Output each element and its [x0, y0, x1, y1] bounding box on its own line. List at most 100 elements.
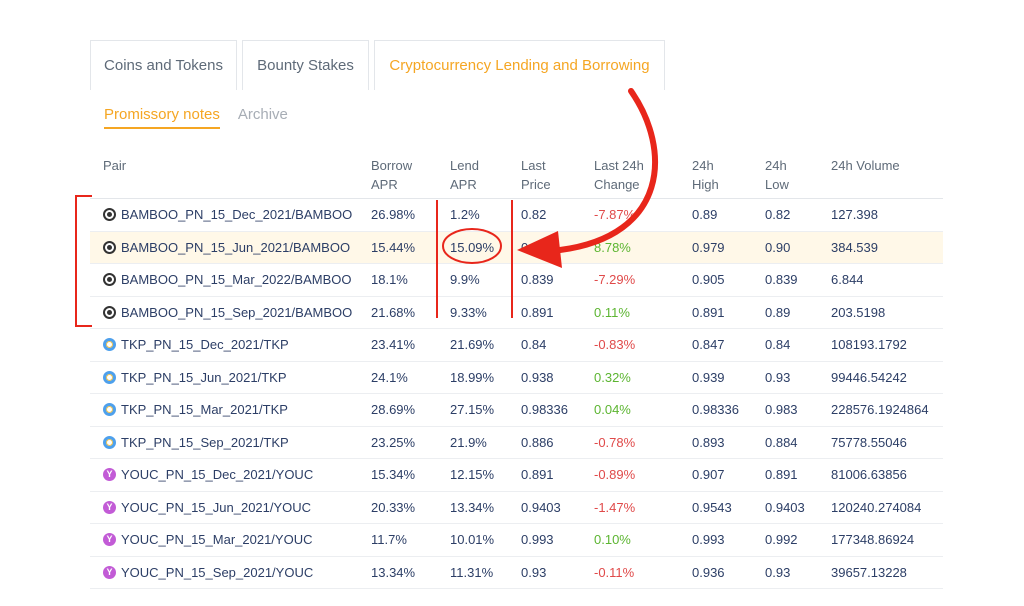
volume-24h: 6.844: [831, 272, 864, 287]
low-24h: 0.992: [765, 532, 798, 547]
table-row[interactable]: BAMBOO_PN_15_Mar_2022/BAMBOO 18.1% 9.9% 0.8…: [90, 264, 943, 297]
high-24h: 0.891: [692, 304, 725, 320]
low-24h: 0.983: [765, 402, 798, 417]
pair-name[interactable]: TKP_PN_15_Mar_2021/TKP: [121, 394, 288, 426]
change-24h: -0.78%: [594, 434, 636, 450]
table-row[interactable]: YOUC_PN_15_Mar_2021/YOUC 11.7% 10.01% 0.993…: [90, 524, 943, 557]
tab-lending-and-borrowing[interactable]: Cryptocurrency Lending and Borrowing: [374, 40, 665, 90]
pair-name[interactable]: TKP_PN_15_Jun_2021/TKP: [121, 362, 287, 394]
low-24h: 0.84: [765, 337, 791, 352]
last-price: 0.891: [521, 304, 554, 320]
pair-name[interactable]: BAMBOO_PN_15_Sep_2021/BAMBOO: [121, 297, 352, 329]
panda-icon: [103, 208, 116, 222]
table-row[interactable]: TKP_PN_15_Sep_2021/TKP 23.25% 21.9% 0.886 -0…: [90, 427, 943, 459]
header-24h-high[interactable]: 24h High: [692, 156, 719, 194]
pair-cell[interactable]: BAMBOO_PN_15_Dec_2021/BAMBOO: [103, 199, 352, 231]
subtab-archive[interactable]: Archive: [238, 106, 288, 129]
tab-bounty-stakes[interactable]: Bounty Stakes: [242, 40, 369, 90]
last-price: 0.886: [521, 434, 554, 450]
change-24h: -0.11%: [594, 564, 635, 580]
pair-name[interactable]: TKP_PN_15_Sep_2021/TKP: [121, 427, 289, 459]
last-price: 0.9: [521, 239, 540, 255]
pair-name[interactable]: YOUC_PN_15_Sep_2021/YOUC: [121, 557, 313, 589]
pair-name[interactable]: YOUC_PN_15_Jun_2021/YOUC: [121, 492, 311, 524]
low-24h: 0.9403: [765, 499, 805, 515]
pair-cell[interactable]: TKP_PN_15_Jun_2021/TKP: [103, 362, 287, 394]
volume-24h: 99446.54242: [831, 369, 907, 385]
change-24h: -0.83%: [594, 337, 636, 352]
table-row[interactable]: YOUC_PN_15_Jun_2021/YOUC 20.33% 13.34% 0.94…: [90, 492, 943, 524]
header-24h-change[interactable]: Last 24h Change: [594, 156, 644, 194]
lend-apr: 21.69%: [450, 337, 495, 352]
high-24h: 0.847: [692, 337, 725, 352]
lend-apr: 18.99%: [450, 369, 495, 385]
lend-apr: 9.9%: [450, 272, 480, 287]
header-24h-volume[interactable]: 24h Volume: [831, 156, 900, 175]
pair-name[interactable]: BAMBOO_PN_15_Mar_2022/BAMBOO: [121, 264, 352, 296]
market-tabs: Coins and Tokens Bounty Stakes Cryptocur…: [90, 40, 670, 92]
pair-cell[interactable]: YOUC_PN_15_Dec_2021/YOUC: [103, 459, 313, 491]
volume-24h: 108193.1792: [831, 337, 907, 352]
last-price: 0.9403: [521, 499, 561, 515]
pair-cell[interactable]: BAMBOO_PN_15_Jun_2021/BAMBOO: [103, 232, 350, 264]
header-lend-apr[interactable]: Lend APR: [450, 156, 479, 194]
table-row[interactable]: BAMBOO_PN_15_Jun_2021/BAMBOO 15.44% 15.09%…: [90, 231, 943, 264]
high-24h: 0.907: [692, 467, 725, 482]
volume-24h: 39657.13228: [831, 564, 907, 580]
last-price: 0.891: [521, 467, 554, 482]
panda-icon: [103, 240, 116, 254]
table-row[interactable]: BAMBOO_PN_15_Sep_2021/BAMBOO 21.68% 9.33% 0…: [90, 297, 943, 329]
change-24h: -0.89%: [594, 467, 636, 482]
pair-name[interactable]: BAMBOO_PN_15_Dec_2021/BAMBOO: [121, 199, 352, 231]
header-borrow-apr[interactable]: Borrow APR: [371, 156, 412, 194]
high-24h: 0.9543: [692, 499, 732, 515]
pair-name[interactable]: BAMBOO_PN_15_Jun_2021/BAMBOO: [121, 232, 350, 264]
pair-cell[interactable]: YOUC_PN_15_Sep_2021/YOUC: [103, 557, 313, 589]
tab-coins-and-tokens[interactable]: Coins and Tokens: [90, 40, 237, 90]
table-row[interactable]: TKP_PN_15_Dec_2021/TKP 23.41% 21.69% 0.84 -0…: [90, 329, 943, 362]
volume-24h: 384.539: [831, 239, 878, 255]
high-24h: 0.993: [692, 532, 725, 547]
borrow-apr: 15.34%: [371, 467, 416, 482]
low-24h: 0.839: [765, 272, 798, 287]
pair-cell[interactable]: YOUC_PN_15_Mar_2021/YOUC: [103, 524, 312, 556]
low-24h: 0.884: [765, 434, 798, 450]
change-24h: 0.32%: [594, 369, 631, 385]
pair-cell[interactable]: TKP_PN_15_Sep_2021/TKP: [103, 427, 289, 459]
tkp-coin-icon: [103, 370, 116, 384]
pair-cell[interactable]: YOUC_PN_15_Jun_2021/YOUC: [103, 492, 311, 524]
high-24h: 0.939: [692, 369, 725, 385]
borrow-apr: 18.1%: [371, 272, 408, 287]
volume-24h: 177348.86924: [831, 532, 915, 547]
change-24h: 8.78%: [594, 239, 631, 255]
youc-coin-icon: [103, 565, 116, 579]
table-row[interactable]: TKP_PN_15_Mar_2021/TKP 28.69% 27.15% 0.9833…: [90, 394, 943, 427]
low-24h: 0.891: [765, 467, 798, 482]
change-24h: 0.04%: [594, 402, 631, 417]
header-24h-low[interactable]: 24h Low: [765, 156, 789, 194]
pair-cell[interactable]: BAMBOO_PN_15_Mar_2022/BAMBOO: [103, 264, 352, 296]
table-row[interactable]: BAMBOO_PN_15_Dec_2021/BAMBOO 26.98% 1.2% 0.…: [90, 199, 943, 232]
lend-apr: 1.2%: [450, 207, 480, 222]
borrow-apr: 11.7%: [371, 532, 407, 547]
last-price: 0.993: [521, 532, 554, 547]
table-body: BAMBOO_PN_15_Dec_2021/BAMBOO 26.98% 1.2% 0.…: [90, 199, 943, 589]
pair-name[interactable]: YOUC_PN_15_Mar_2021/YOUC: [121, 524, 312, 556]
subtab-promissory-notes[interactable]: Promissory notes: [104, 106, 220, 129]
pair-cell[interactable]: TKP_PN_15_Dec_2021/TKP: [103, 329, 289, 361]
pair-name[interactable]: TKP_PN_15_Dec_2021/TKP: [121, 329, 289, 361]
low-24h: 0.82: [765, 207, 791, 222]
last-price: 0.93: [521, 564, 547, 580]
header-pair[interactable]: Pair: [103, 156, 126, 175]
lend-apr: 12.15%: [450, 467, 495, 482]
last-price: 0.84: [521, 337, 547, 352]
table-row[interactable]: YOUC_PN_15_Dec_2021/YOUC 15.34% 12.15% 0.89…: [90, 459, 943, 492]
header-last-price[interactable]: Last Price: [521, 156, 551, 194]
pair-cell[interactable]: BAMBOO_PN_15_Sep_2021/BAMBOO: [103, 297, 352, 329]
pair-name[interactable]: YOUC_PN_15_Dec_2021/YOUC: [121, 459, 313, 491]
high-24h: 0.893: [692, 434, 725, 450]
pair-cell[interactable]: TKP_PN_15_Mar_2021/TKP: [103, 394, 288, 426]
table-row[interactable]: YOUC_PN_15_Sep_2021/YOUC 13.34% 11.31% 0.93…: [90, 557, 943, 589]
table-row[interactable]: TKP_PN_15_Jun_2021/TKP 24.1% 18.99% 0.938 0.…: [90, 362, 943, 394]
lend-apr: 27.15%: [450, 402, 495, 417]
